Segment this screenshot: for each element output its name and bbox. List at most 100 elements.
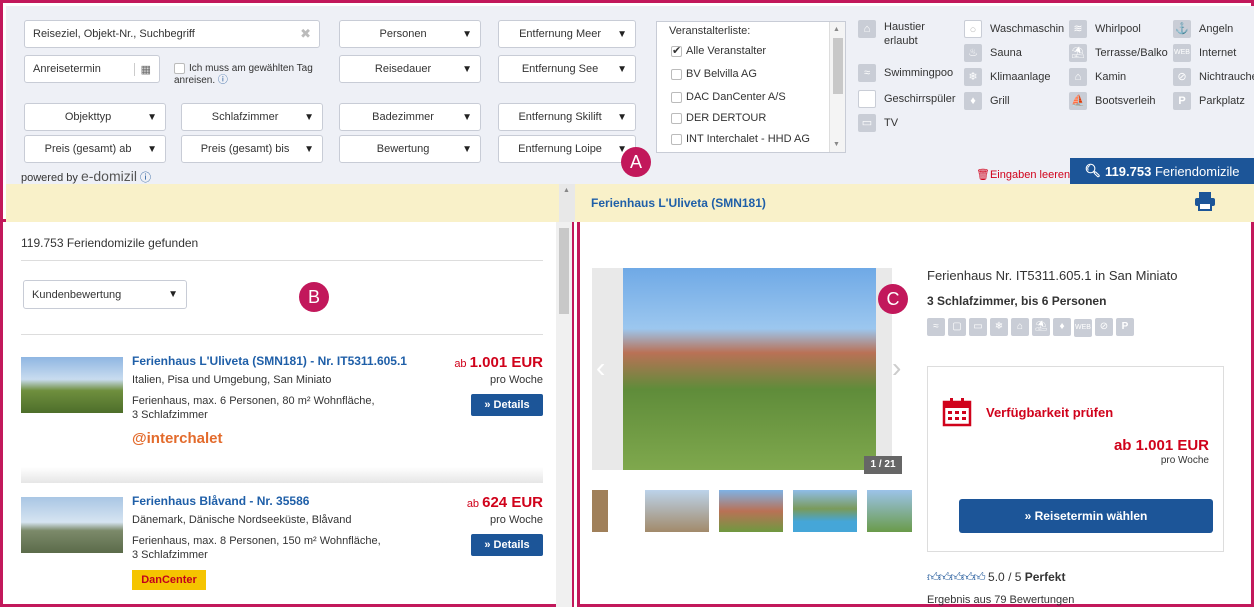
scroll-up-icon[interactable]: ▲ [833,26,840,33]
bathrooms-select[interactable]: Badezimmer ▼ [339,103,481,131]
duration-select[interactable]: Reisedauer ▼ [339,55,481,83]
details-label: Details [493,539,530,551]
amenity-boat[interactable]: ⛵ Bootsverleih [1069,92,1169,110]
availability-title[interactable]: Verfügbarkeit prüfen [986,405,1113,420]
details-button[interactable]: » Details [471,534,543,556]
main-photo[interactable] [623,268,876,470]
amenity-fishing[interactable]: ⚓ Angeln [1173,20,1254,38]
distance-lake-label: Entfernung See [521,63,599,75]
distance-ski-select[interactable]: Entfernung Skilift ▼ [498,103,636,131]
thumbnail[interactable] [867,490,912,532]
amenity-terrace[interactable]: ⛱ Terrasse/Balko [1069,44,1169,62]
thumbnail[interactable] [719,490,783,532]
persons-select[interactable]: Personen ▼ [339,20,481,48]
pets-icon: ⌂ [858,20,876,38]
sort-select[interactable]: Kundenbewertung ▼ [23,280,187,309]
dishwasher-icon: ▢ [948,318,966,336]
distance-ski-label: Entfernung Skilift [518,111,602,123]
scroll-thumb[interactable] [559,228,569,314]
object-type-select[interactable]: Objekttyp ▼ [24,103,166,131]
choose-date-button[interactable]: » Reisetermin wählen [959,499,1213,533]
scroll-up-icon[interactable]: ▲ [563,187,570,194]
amenity-internet[interactable]: WEB Internet [1173,44,1254,62]
chevron-down-icon: ▼ [304,111,314,123]
scroll-down-icon[interactable]: ▼ [833,141,840,148]
amenity-whirlpool[interactable]: ≋ Whirlpool [1069,20,1169,38]
checkbox[interactable] [671,112,682,124]
rating-select[interactable]: Bewertung ▼ [339,135,481,163]
distance-sea-select[interactable]: Entfernung Meer ▼ [498,20,636,48]
arrival-date-input[interactable]: Anreisetermin ▦ [24,55,160,83]
print-icon[interactable] [1194,191,1218,213]
amenity-ac[interactable]: ❄ Klimaanlage [964,68,1064,86]
price-from-label: Preis (gesamt) ab [44,143,132,155]
results-scrollbar-top[interactable]: ▲ [559,184,575,222]
amenity-tv[interactable]: ▭ TV [858,114,958,132]
checkbox[interactable] [671,133,682,145]
availability-box: Verfügbarkeit prüfen ab 1.001 EUR pro Wo… [927,366,1224,552]
checkbox-checked[interactable] [671,44,682,57]
thumbnail[interactable] [793,490,857,532]
operator-item[interactable]: INT Interchalet - HHD AG [671,133,810,145]
operator-item[interactable]: Alle Veranstalter [671,44,766,57]
thumbnail[interactable] [645,490,709,532]
operator-item[interactable]: DAC DanCenter A/S [671,91,786,103]
results-scrollbar[interactable] [556,222,572,607]
price-from-select[interactable]: Preis (gesamt) ab ▼ [24,135,166,163]
result-item[interactable]: Ferienhaus Blåvand - Nr. 35586 Dänemark,… [21,494,543,604]
snowflake-icon: ❄ [964,68,982,86]
amenity-dishwasher[interactable]: Geschirrspüler [858,90,958,108]
distance-lake-select[interactable]: Entfernung See ▼ [498,55,636,83]
exact-day-checkbox[interactable] [174,63,185,74]
detail-panel: ‹ › 1 / 21 Ferienhaus Nr. IT5311.605.1 i… [577,222,1254,607]
chevron-right-icon[interactable]: › [892,352,901,384]
amenity-pool[interactable]: ≈ Swimmingpoo [858,64,958,82]
calendar-icon[interactable]: ▦ [133,62,151,76]
sort-label: Kundenbewertung [32,288,122,301]
amenity-pets[interactable]: ⌂ Haustier erlaubt [858,20,958,48]
result-photo[interactable] [21,497,123,553]
amenity-grill[interactable]: ♦ Grill [964,92,1064,110]
checkbox[interactable] [671,68,682,80]
exact-day-option[interactable]: Ich muss am gewählten Tag anreisen. ⓘ [174,63,314,87]
checkbox[interactable] [671,91,682,103]
persons-label: Personen [379,28,427,40]
amenity-nonsmoking[interactable]: ⊘ Nichtrauche [1173,68,1254,86]
fireplace-icon: ⌂ [1011,318,1029,336]
thumbnail[interactable] [592,490,608,532]
bedrooms-select[interactable]: Schlafzimmer ▼ [181,103,323,131]
amenity-washer[interactable]: ○ Waschmaschin [964,20,1064,38]
results-panel: 119.753 Feriendomizile gefunden Kundenbe… [0,222,574,607]
object-type-label: Objekttyp [64,111,112,123]
result-title[interactable]: Ferienhaus L'Uliveta (SMN181) - Nr. IT53… [132,354,407,368]
result-photo[interactable] [21,357,123,413]
destination-input[interactable]: Reiseziel, Objekt-Nr., Suchbegriff ✖ [24,20,320,48]
operator-list[interactable]: Veranstalterliste: Alle Veranstalter BV … [656,21,846,153]
clear-inputs-link[interactable]: 🗑Eingaben leeren [976,168,1070,181]
thumbnail-strip[interactable] [592,490,912,532]
dishwasher-icon [858,90,876,108]
result-item[interactable]: Ferienhaus L'Uliveta (SMN181) - Nr. IT53… [21,354,543,464]
info-icon[interactable]: ⓘ [218,75,228,86]
distance-trail-select[interactable]: Entfernung Loipe ▼ [498,135,636,163]
photo-gallery[interactable]: ‹ › 1 / 21 [592,268,902,474]
amenity-sauna[interactable]: ♨ Sauna [964,44,1064,62]
details-button[interactable]: » Details [471,394,543,416]
info-icon[interactable]: ⓘ [140,172,151,184]
search-button[interactable]: 🔍︎ 119.753 Feriendomizile [1070,158,1254,184]
chevron-down-icon: ▼ [617,28,627,40]
amenity-label: Parkplatz [1199,95,1245,107]
price-to-select[interactable]: Preis (gesamt) bis ▼ [181,135,323,163]
chevron-left-icon[interactable]: ‹ [596,352,605,384]
operator-item[interactable]: BV Belvilla AG [671,68,757,80]
sauna-icon: ♨ [964,44,982,62]
double-chevron-icon: » [1024,509,1035,523]
scroll-thumb[interactable] [833,38,843,94]
clear-icon[interactable]: ✖ [300,26,311,42]
amenity-fireplace[interactable]: ⌂ Kamin [1069,68,1169,86]
selected-object-title[interactable]: Ferienhaus L'Uliveta (SMN181) [591,196,766,210]
operator-list-scrollbar[interactable]: ▲ ▼ [829,22,845,152]
operator-item[interactable]: DER DERTOUR [671,112,766,124]
amenity-parking[interactable]: P Parkplatz [1173,92,1254,110]
result-title[interactable]: Ferienhaus Blåvand - Nr. 35586 [132,494,309,508]
